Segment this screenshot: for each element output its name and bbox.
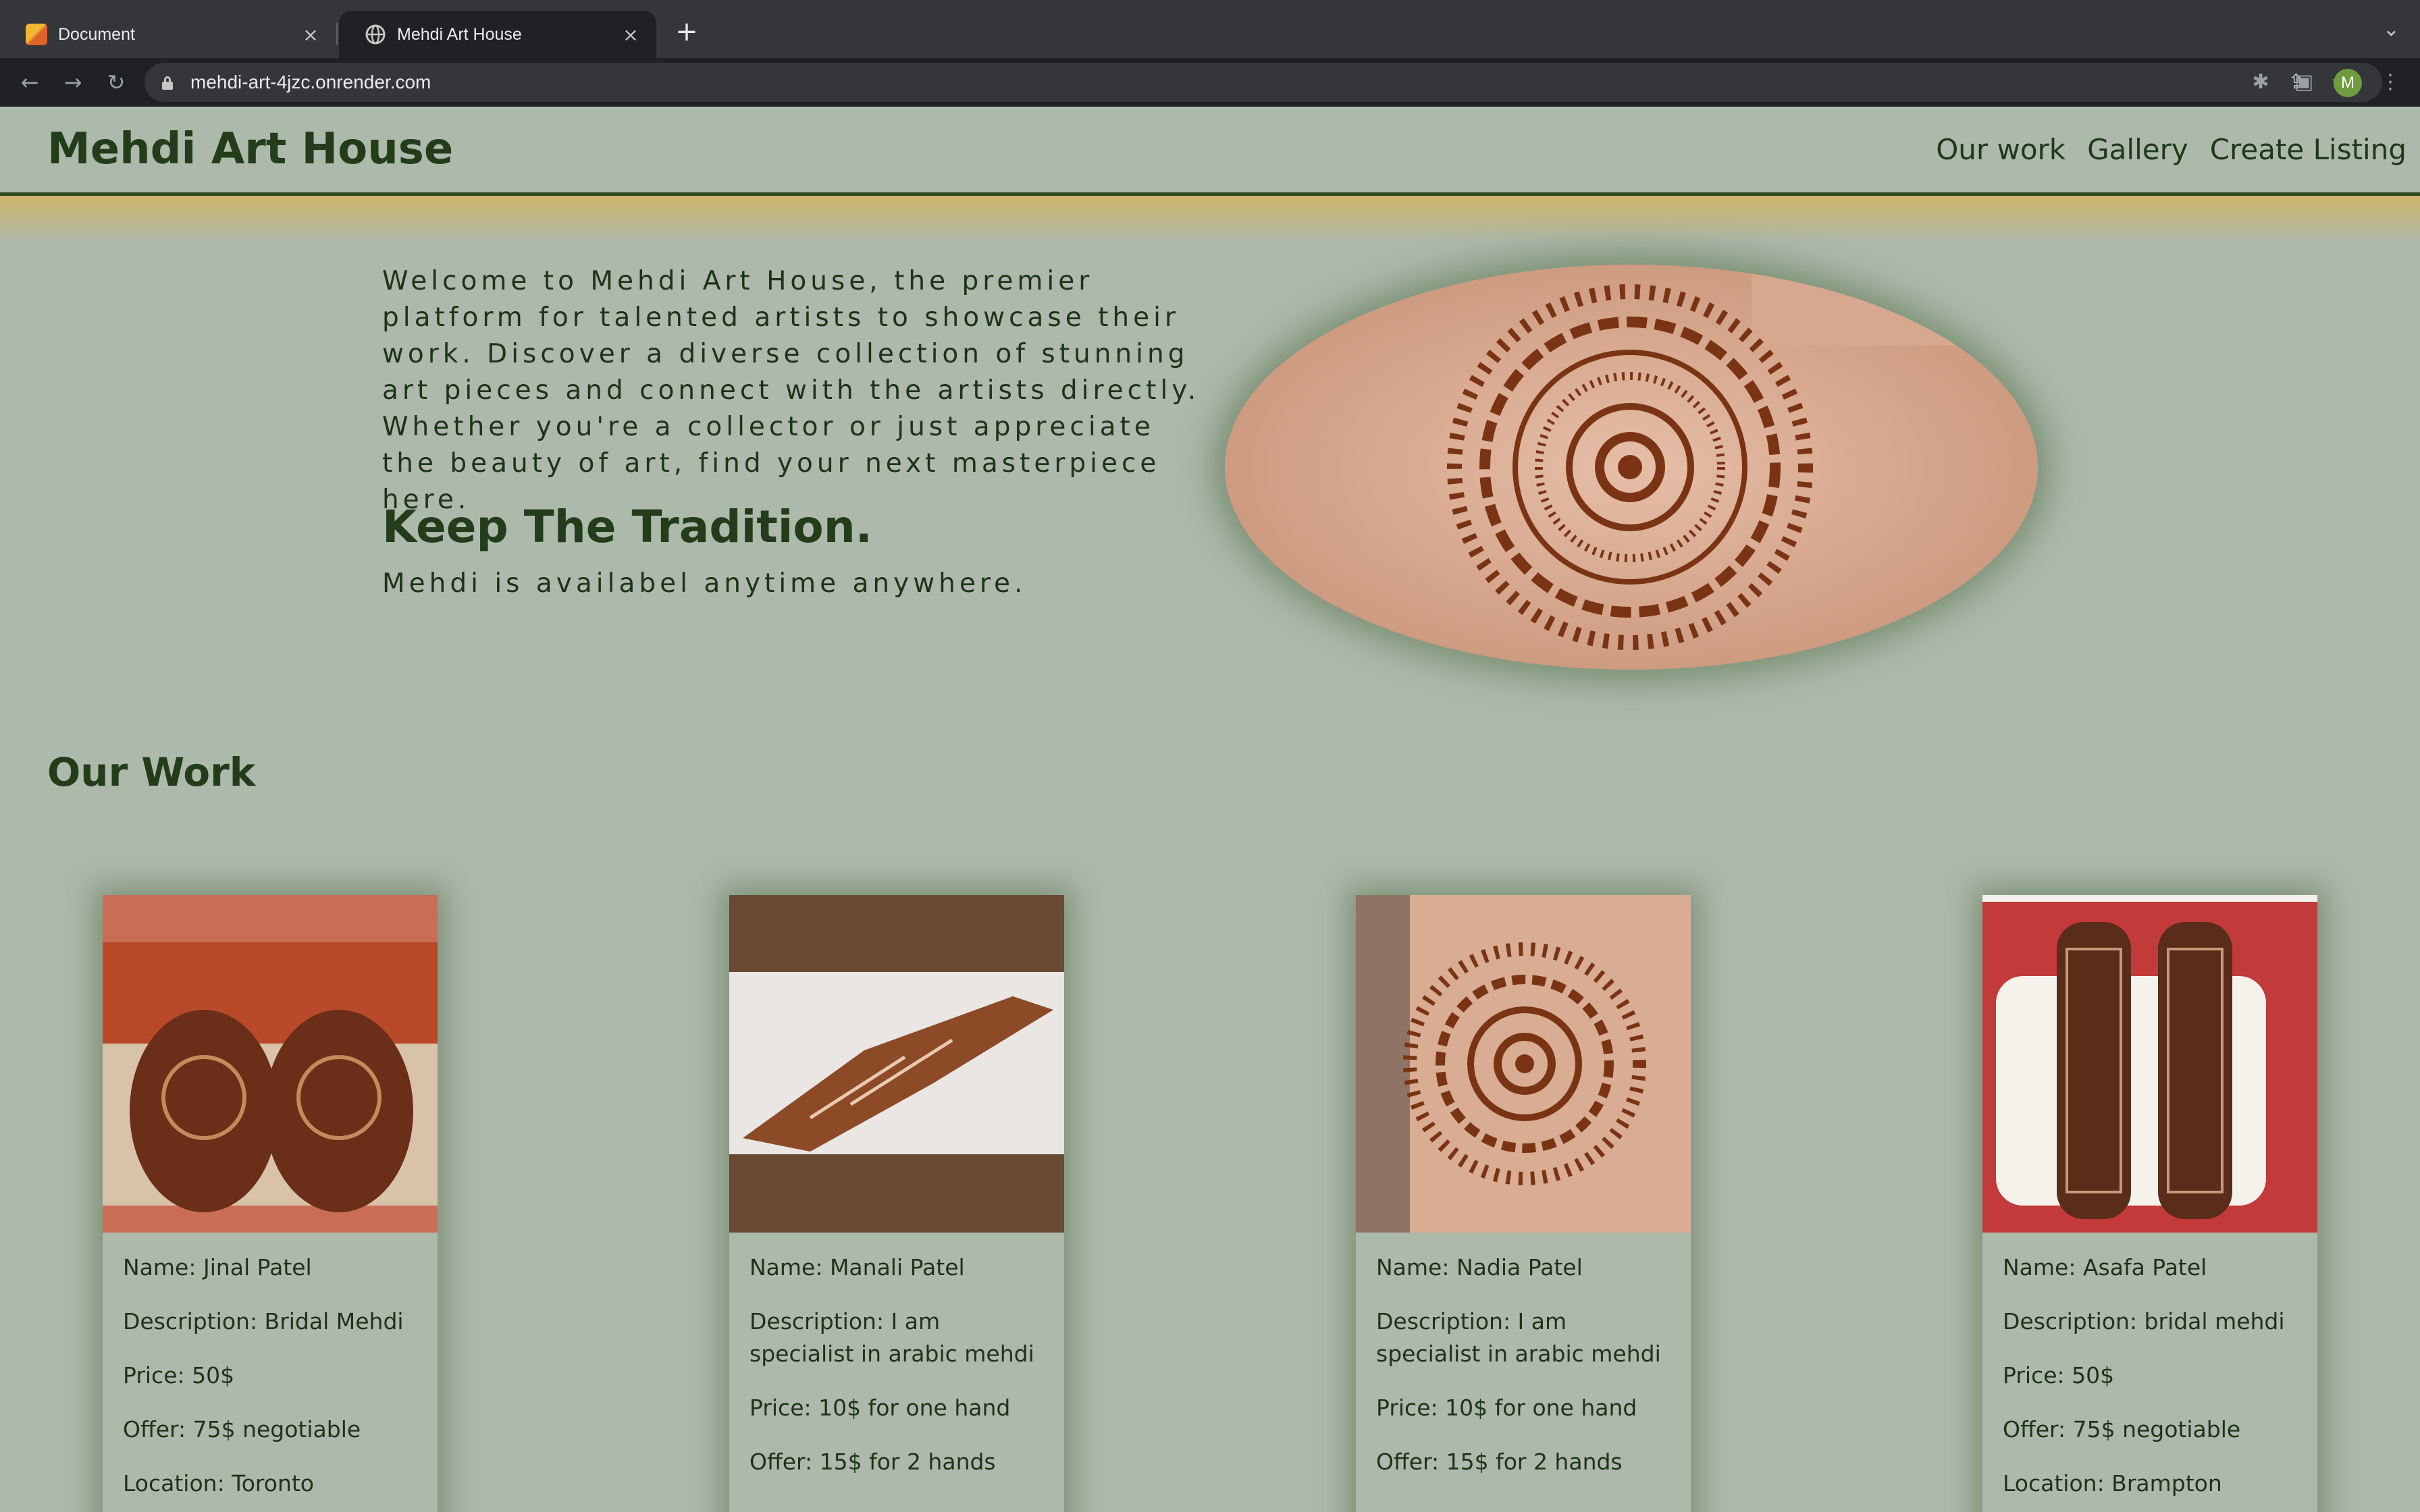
artist-work-image	[103, 895, 438, 1233]
artist-card-details: Name: Manali Patel Description: I am spe…	[729, 1233, 1064, 1478]
reload-icon[interactable]: ↻	[100, 66, 132, 99]
intro-paragraph: Welcome to Mehdi Art House, the premier …	[382, 266, 1201, 515]
document-favicon-icon	[26, 24, 47, 45]
artist-offer: Offer: 15$ for 2 hands	[1376, 1449, 1623, 1475]
tagline-heading: Keep The Tradition.	[382, 501, 872, 553]
artist-work-image	[1356, 895, 1691, 1233]
artist-card[interactable]: Name: Nadia Patel Description: I am spec…	[1356, 895, 1691, 1512]
nav-link-gallery[interactable]: Gallery	[2087, 133, 2188, 166]
browser-tab-bar: Document × Mehdi Art House × + ⌄	[0, 0, 2420, 58]
artist-offer: Offer: 75$ negotiable	[123, 1416, 361, 1442]
extensions-puzzle-icon[interactable]: ✱	[2244, 66, 2277, 99]
artist-card-details: Name: Asafa Patel Description: bridal me…	[1982, 1233, 2317, 1500]
address-bar[interactable]: mehdi-art-4jzc.onrender.com ⇪ ☆	[144, 63, 2382, 102]
artist-offer: Offer: 75$ negotiable	[2003, 1416, 2241, 1442]
artist-work-image	[1982, 895, 2317, 1233]
site-nav: Our work Gallery Create Listing	[1914, 107, 2406, 192]
artist-name: Name: Nadia Patel	[1376, 1254, 1583, 1280]
close-tab-icon[interactable]: ×	[298, 24, 323, 46]
tab-title: Document	[58, 24, 135, 44]
artist-card-details: Name: Nadia Patel Description: I am spec…	[1356, 1233, 1691, 1478]
close-tab-icon[interactable]: ×	[619, 24, 643, 46]
globe-icon	[365, 24, 386, 45]
tab-search-chevron-icon[interactable]: ⌄	[2383, 18, 2400, 41]
availability-text: Mehdi is availabel anytime anywhere.	[382, 568, 1027, 599]
header-glow	[0, 196, 2420, 243]
artist-name: Name: Jinal Patel	[123, 1254, 312, 1280]
artist-card[interactable]: Name: Jinal Patel Description: Bridal Me…	[103, 895, 438, 1512]
artist-name: Name: Manali Patel	[749, 1254, 965, 1280]
our-work-heading: Our Work	[47, 749, 256, 795]
back-arrow-icon[interactable]: ←	[14, 66, 46, 99]
artist-description: Description: I am specialist in arabic m…	[749, 1308, 1034, 1367]
site-brand[interactable]: Mehdi Art House	[47, 107, 453, 192]
tab-title: Mehdi Art House	[397, 24, 522, 44]
artist-work-image	[729, 895, 1064, 1233]
nav-link-create-listing[interactable]: Create Listing	[2210, 133, 2406, 166]
tab-document[interactable]: Document ×	[0, 11, 336, 58]
hero-henna-palm-image	[1225, 265, 2038, 670]
more-menu-icon[interactable]: ⋮	[2374, 66, 2406, 99]
nav-link-our-work[interactable]: Our work	[1936, 133, 2066, 166]
site-header: Mehdi Art House Our work Gallery Create …	[0, 107, 2420, 196]
artist-name: Name: Asafa Patel	[2003, 1254, 2207, 1280]
lock-icon	[162, 76, 173, 90]
artist-card[interactable]: Name: Manali Patel Description: I am spe…	[729, 895, 1064, 1512]
url-text[interactable]: mehdi-art-4jzc.onrender.com	[190, 63, 431, 102]
artist-card[interactable]: Name: Asafa Patel Description: bridal me…	[1982, 895, 2317, 1512]
artist-description: Description: Bridal Mehdi	[123, 1308, 404, 1334]
artist-card-details: Name: Jinal Patel Description: Bridal Me…	[103, 1233, 438, 1500]
tab-mehdi-art-house[interactable]: Mehdi Art House ×	[339, 11, 656, 58]
new-tab-plus-icon[interactable]: +	[671, 16, 702, 47]
artist-location: Location: Toronto	[123, 1470, 314, 1496]
forward-arrow-icon[interactable]: →	[57, 66, 89, 99]
artist-price: Price: 50$	[2003, 1362, 2115, 1388]
browser-toolbar: ← → ↻ mehdi-art-4jzc.onrender.com ⇪ ☆ ✱ …	[0, 58, 2420, 107]
artist-price: Price: 10$ for one hand	[1376, 1395, 1637, 1421]
artist-description: Description: bridal mehdi	[2003, 1308, 2285, 1334]
side-panel-icon[interactable]: ▣	[2288, 66, 2320, 99]
artist-offer: Offer: 15$ for 2 hands	[749, 1449, 996, 1475]
artist-location: Location: Brampton	[2003, 1470, 2222, 1496]
artist-price: Price: 10$ for one hand	[749, 1395, 1011, 1421]
artist-price: Price: 50$	[123, 1362, 235, 1388]
profile-avatar[interactable]: M	[2334, 69, 2362, 97]
tab-divider	[336, 23, 338, 45]
artist-description: Description: I am specialist in arabic m…	[1376, 1308, 1661, 1367]
